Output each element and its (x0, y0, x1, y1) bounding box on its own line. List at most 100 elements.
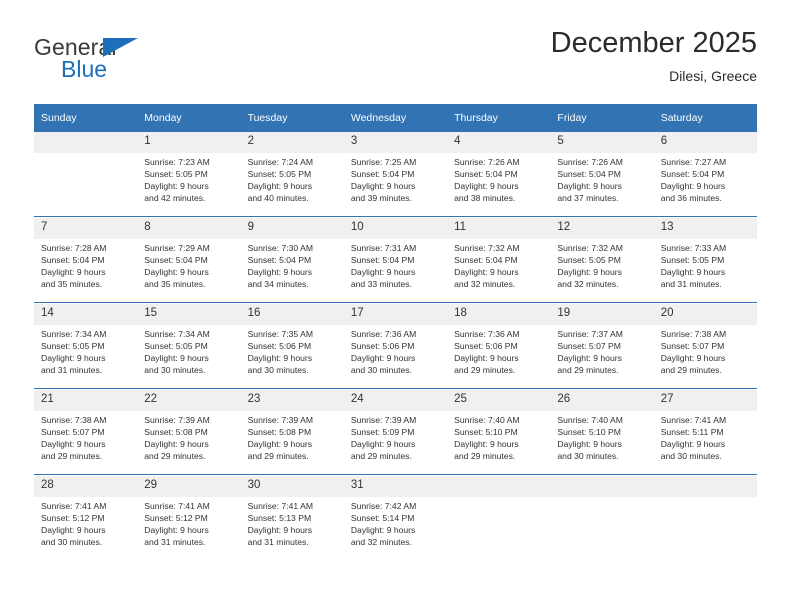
day-cell-31[interactable]: Sunrise: 7:42 AM Sunset: 5:14 PM Daylight:… (343, 497, 448, 560)
day-number-14[interactable]: 14 (34, 304, 138, 325)
day-number-25[interactable]: 25 (447, 390, 551, 411)
day-number-12[interactable]: 12 (550, 218, 654, 239)
day-cell-22[interactable]: Sunrise: 7:39 AM Sunset: 5:08 PM Daylight:… (137, 411, 241, 475)
weekday-header-monday: Monday (137, 104, 241, 132)
daylight-text-line2: and 29 minutes. (557, 365, 619, 376)
sunrise-text: Sunrise: 7:23 AM (144, 157, 210, 167)
day-number-17[interactable]: 17 (343, 304, 448, 325)
daylight-text-line2: and 35 minutes. (41, 279, 103, 290)
day-cell-30[interactable]: Sunrise: 7:41 AM Sunset: 5:13 PM Daylight:… (240, 497, 344, 560)
day-cell-3[interactable]: Sunrise: 7:25 AM Sunset: 5:04 PM Daylight:… (343, 153, 448, 217)
daylight-text-line2: and 35 minutes. (144, 279, 206, 290)
day-number-2[interactable]: 2 (240, 132, 344, 153)
day-cell-empty (34, 153, 138, 217)
day-number-21[interactable]: 21 (34, 390, 138, 411)
day-cell-14[interactable]: Sunrise: 7:34 AM Sunset: 5:05 PM Daylight:… (34, 325, 138, 389)
day-number-31[interactable]: 31 (343, 476, 448, 497)
daylight-text-line1: Daylight: 9 hours (247, 525, 313, 536)
day-cell-21[interactable]: Sunrise: 7:38 AM Sunset: 5:07 PM Daylight:… (34, 411, 138, 475)
day-cell-15[interactable]: Sunrise: 7:34 AM Sunset: 5:05 PM Daylight:… (137, 325, 241, 389)
day-cell-26[interactable]: Sunrise: 7:40 AM Sunset: 5:10 PM Daylight:… (550, 411, 654, 475)
day-cell-13[interactable]: Sunrise: 7:33 AM Sunset: 5:05 PM Daylight:… (653, 239, 757, 303)
day-number-6[interactable]: 6 (653, 132, 757, 153)
sunset-text: Sunset: 5:08 PM (144, 427, 208, 438)
day-number-row: 123456 (34, 132, 757, 153)
sunrise-text: Sunrise: 7:38 AM (41, 415, 107, 425)
day-number-11[interactable]: 11 (447, 218, 551, 239)
day-cell-18[interactable]: Sunrise: 7:36 AM Sunset: 5:06 PM Daylight:… (447, 325, 551, 389)
sunset-text: Sunset: 5:07 PM (557, 341, 621, 352)
sunrise-text: Sunrise: 7:39 AM (144, 415, 210, 425)
day-cell-4[interactable]: Sunrise: 7:26 AM Sunset: 5:04 PM Daylight:… (447, 153, 551, 217)
day-number-22[interactable]: 22 (137, 390, 241, 411)
daylight-text-line1: Daylight: 9 hours (557, 267, 622, 278)
day-number-16[interactable]: 16 (240, 304, 344, 325)
day-cell-12[interactable]: Sunrise: 7:32 AM Sunset: 5:05 PM Daylight:… (550, 239, 654, 303)
day-cell-29[interactable]: Sunrise: 7:41 AM Sunset: 5:12 PM Daylight:… (137, 497, 241, 560)
day-number-13[interactable]: 13 (653, 218, 757, 239)
day-number-19[interactable]: 19 (550, 304, 654, 325)
sunrise-text: Sunrise: 7:41 AM (247, 501, 314, 511)
day-number-4[interactable]: 4 (447, 132, 551, 153)
day-number-7[interactable]: 7 (34, 218, 138, 239)
daylight-text-line1: Daylight: 9 hours (247, 267, 313, 278)
day-cell-2[interactable]: Sunrise: 7:24 AM Sunset: 5:05 PM Daylight:… (240, 153, 344, 217)
day-cell-1[interactable]: Sunrise: 7:23 AM Sunset: 5:05 PM Daylight:… (137, 153, 241, 217)
day-number-8[interactable]: 8 (137, 218, 241, 239)
day-number-30[interactable]: 30 (240, 476, 344, 497)
daylight-text-line2: and 39 minutes. (350, 193, 412, 204)
daylight-text-line2: and 32 minutes. (454, 279, 516, 290)
day-number-3[interactable]: 3 (343, 132, 448, 153)
brand-logo[interactable]: General Blue (34, 26, 254, 90)
page-header: General Blue December 2025 Dilesi, Greec… (34, 26, 757, 98)
day-number-20[interactable]: 20 (653, 304, 757, 325)
day-cell-27[interactable]: Sunrise: 7:41 AM Sunset: 5:11 PM Daylight:… (653, 411, 757, 475)
day-number-23[interactable]: 23 (240, 390, 344, 411)
day-cell-8[interactable]: Sunrise: 7:29 AM Sunset: 5:04 PM Daylight:… (137, 239, 241, 303)
day-number-10[interactable]: 10 (343, 218, 448, 239)
day-cell-17[interactable]: Sunrise: 7:36 AM Sunset: 5:06 PM Daylight:… (343, 325, 448, 389)
sunset-text: Sunset: 5:10 PM (454, 427, 518, 438)
daylight-text-line1: Daylight: 9 hours (350, 439, 416, 450)
day-cell-10[interactable]: Sunrise: 7:31 AM Sunset: 5:04 PM Daylight:… (343, 239, 448, 303)
day-number-row: 28 29 30 31 (34, 476, 757, 497)
day-cell-5[interactable]: Sunrise: 7:26 AM Sunset: 5:04 PM Daylight:… (550, 153, 654, 217)
day-number-28[interactable]: 28 (34, 476, 138, 497)
day-number-24[interactable]: 24 (343, 390, 448, 411)
day-cell-20[interactable]: Sunrise: 7:38 AM Sunset: 5:07 PM Daylight:… (653, 325, 757, 389)
day-cell-16[interactable]: Sunrise: 7:35 AM Sunset: 5:06 PM Daylight:… (240, 325, 344, 389)
day-number-15[interactable]: 15 (137, 304, 241, 325)
day-number-9[interactable]: 9 (240, 218, 344, 239)
daylight-text-line1: Daylight: 9 hours (144, 267, 209, 278)
day-number-1[interactable]: 1 (137, 132, 241, 153)
daylight-text-line2: and 29 minutes. (41, 451, 103, 462)
sunrise-text: Sunrise: 7:32 AM (454, 243, 520, 253)
daylight-text-line2: and 31 minutes. (144, 537, 206, 548)
sunset-text: Sunset: 5:04 PM (660, 169, 725, 180)
day-number-5[interactable]: 5 (550, 132, 654, 153)
daylight-text-line1: Daylight: 9 hours (660, 439, 726, 450)
sunset-text: Sunset: 5:05 PM (144, 341, 208, 352)
daylight-text-line2: and 29 minutes. (454, 451, 516, 462)
day-cell-11[interactable]: Sunrise: 7:32 AM Sunset: 5:04 PM Daylight:… (447, 239, 551, 303)
day-cell-28[interactable]: Sunrise: 7:41 AM Sunset: 5:12 PM Daylight:… (34, 497, 138, 560)
day-number-18[interactable]: 18 (447, 304, 551, 325)
day-cell-25[interactable]: Sunrise: 7:40 AM Sunset: 5:10 PM Daylight:… (447, 411, 551, 475)
sunrise-text: Sunrise: 7:25 AM (350, 157, 417, 167)
day-number-row: 7 8 9 10 11 12 13 (34, 218, 757, 239)
day-cell-9[interactable]: Sunrise: 7:30 AM Sunset: 5:04 PM Daylight:… (240, 239, 344, 303)
sunset-text: Sunset: 5:07 PM (41, 427, 105, 438)
day-number-29[interactable]: 29 (137, 476, 241, 497)
day-cell-7[interactable]: Sunrise: 7:28 AM Sunset: 5:04 PM Daylight:… (34, 239, 138, 303)
day-number-26[interactable]: 26 (550, 390, 654, 411)
day-cell-24[interactable]: Sunrise: 7:39 AM Sunset: 5:09 PM Daylight:… (343, 411, 448, 475)
day-cell-6[interactable]: Sunrise: 7:27 AM Sunset: 5:04 PM Daylight:… (653, 153, 757, 217)
daylight-text-line1: Daylight: 9 hours (41, 267, 106, 278)
sunrise-text: Sunrise: 7:41 AM (660, 415, 727, 425)
day-cell-23[interactable]: Sunrise: 7:39 AM Sunset: 5:08 PM Daylight:… (240, 411, 344, 475)
day-number-27[interactable]: 27 (653, 390, 757, 411)
sunset-text: Sunset: 5:05 PM (660, 255, 725, 266)
day-number-row: 21 22 23 24 25 26 27 (34, 390, 757, 411)
day-cell-19[interactable]: Sunrise: 7:37 AM Sunset: 5:07 PM Daylight:… (550, 325, 654, 389)
day-number-row: 14 15 16 17 18 19 20 (34, 304, 757, 325)
